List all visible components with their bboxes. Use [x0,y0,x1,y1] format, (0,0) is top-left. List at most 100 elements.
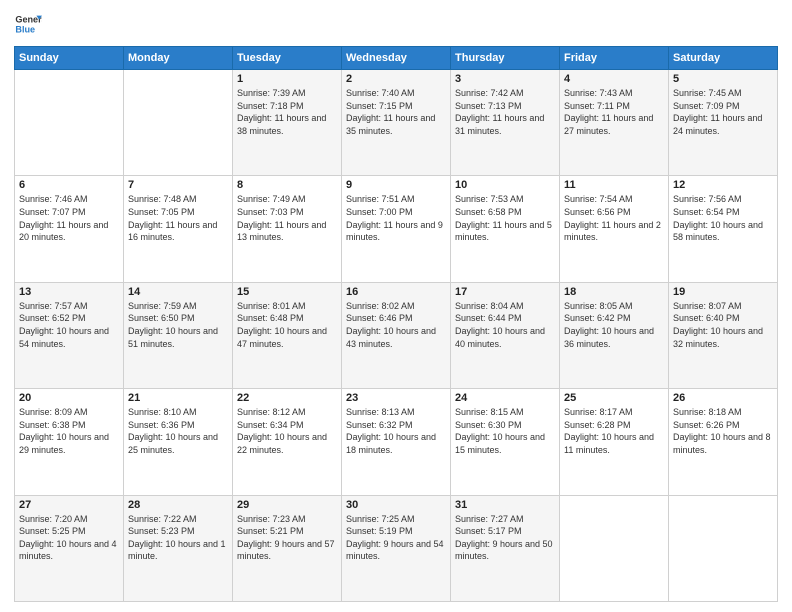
day-detail: Sunrise: 8:01 AM Sunset: 6:48 PM Dayligh… [237,300,337,350]
day-number: 12 [673,179,773,191]
day-detail: Sunrise: 7:23 AM Sunset: 5:21 PM Dayligh… [237,513,337,563]
day-detail: Sunrise: 7:56 AM Sunset: 6:54 PM Dayligh… [673,193,773,243]
day-cell: 25 Sunrise: 8:17 AM Sunset: 6:28 PM Dayli… [560,389,669,495]
svg-text:Blue: Blue [15,24,35,34]
day-detail: Sunrise: 7:27 AM Sunset: 5:17 PM Dayligh… [455,513,555,563]
day-cell: 6Sunrise: 7:46 AM Sunset: 7:07 PM Daylig… [15,176,124,282]
day-cell: 13Sunrise: 7:57 AM Sunset: 6:52 PM Dayli… [15,282,124,388]
day-number: 30 [346,499,446,511]
day-header-tuesday: Tuesday [233,47,342,70]
day-number: 31 [455,499,555,511]
day-number: 22 [237,392,337,404]
day-number: 5 [673,73,773,85]
day-detail: Sunrise: 8:18 AM Sunset: 6:26 PM Dayligh… [673,406,773,456]
day-cell: 14 Sunrise: 7:59 AM Sunset: 6:50 PM Dayli… [124,282,233,388]
week-row-4: 20Sunrise: 8:09 AM Sunset: 6:38 PM Dayli… [15,389,778,495]
day-detail: Sunrise: 7:20 AM Sunset: 5:25 PM Dayligh… [19,513,119,563]
day-number: 11 [564,179,664,191]
day-cell: 8 Sunrise: 7:49 AM Sunset: 7:03 PM Daylig… [233,176,342,282]
day-cell: 2 Sunrise: 7:40 AM Sunset: 7:15 PM Daylig… [342,70,451,176]
day-cell: 29 Sunrise: 7:23 AM Sunset: 5:21 PM Dayli… [233,495,342,601]
day-number: 17 [455,286,555,298]
day-number: 6 [19,179,119,191]
day-cell: 12 Sunrise: 7:56 AM Sunset: 6:54 PM Dayli… [669,176,778,282]
logo: General Blue [14,10,42,38]
day-cell: 15 Sunrise: 8:01 AM Sunset: 6:48 PM Dayli… [233,282,342,388]
day-cell: 9 Sunrise: 7:51 AM Sunset: 7:00 PM Daylig… [342,176,451,282]
day-number: 18 [564,286,664,298]
day-cell [15,70,124,176]
day-number: 7 [128,179,228,191]
day-cell: 22 Sunrise: 8:12 AM Sunset: 6:34 PM Dayli… [233,389,342,495]
day-cell: 5 Sunrise: 7:45 AM Sunset: 7:09 PM Daylig… [669,70,778,176]
day-number: 13 [19,286,119,298]
day-cell: 23 Sunrise: 8:13 AM Sunset: 6:32 PM Dayli… [342,389,451,495]
day-cell: 28Sunrise: 7:22 AM Sunset: 5:23 PM Dayli… [124,495,233,601]
day-cell: 26 Sunrise: 8:18 AM Sunset: 6:26 PM Dayli… [669,389,778,495]
day-number: 26 [673,392,773,404]
day-number: 19 [673,286,773,298]
day-detail: Sunrise: 7:45 AM Sunset: 7:09 PM Dayligh… [673,87,773,137]
day-detail: Sunrise: 7:49 AM Sunset: 7:03 PM Dayligh… [237,193,337,243]
day-number: 8 [237,179,337,191]
day-number: 3 [455,73,555,85]
day-detail: Sunrise: 7:40 AM Sunset: 7:15 PM Dayligh… [346,87,446,137]
calendar-header: SundayMondayTuesdayWednesdayThursdayFrid… [15,47,778,70]
day-cell: 24 Sunrise: 8:15 AM Sunset: 6:30 PM Dayli… [451,389,560,495]
day-detail: Sunrise: 7:51 AM Sunset: 7:00 PM Dayligh… [346,193,446,243]
day-cell [124,70,233,176]
day-number: 21 [128,392,228,404]
day-detail: Sunrise: 8:05 AM Sunset: 6:42 PM Dayligh… [564,300,664,350]
logo-icon: General Blue [14,10,42,38]
day-number: 15 [237,286,337,298]
day-number: 28 [128,499,228,511]
day-detail: Sunrise: 8:02 AM Sunset: 6:46 PM Dayligh… [346,300,446,350]
day-detail: Sunrise: 7:53 AM Sunset: 6:58 PM Dayligh… [455,193,555,243]
day-detail: Sunrise: 7:59 AM Sunset: 6:50 PM Dayligh… [128,300,228,350]
day-detail: Sunrise: 7:39 AM Sunset: 7:18 PM Dayligh… [237,87,337,137]
calendar-table: SundayMondayTuesdayWednesdayThursdayFrid… [14,46,778,602]
day-cell: 11 Sunrise: 7:54 AM Sunset: 6:56 PM Dayli… [560,176,669,282]
day-number: 2 [346,73,446,85]
day-number: 16 [346,286,446,298]
days-header-row: SundayMondayTuesdayWednesdayThursdayFrid… [15,47,778,70]
day-detail: Sunrise: 8:12 AM Sunset: 6:34 PM Dayligh… [237,406,337,456]
day-cell: 4Sunrise: 7:43 AM Sunset: 7:11 PM Daylig… [560,70,669,176]
day-number: 25 [564,392,664,404]
day-header-sunday: Sunday [15,47,124,70]
day-number: 20 [19,392,119,404]
day-cell: 1 Sunrise: 7:39 AM Sunset: 7:18 PM Daylig… [233,70,342,176]
day-number: 29 [237,499,337,511]
day-detail: Sunrise: 7:54 AM Sunset: 6:56 PM Dayligh… [564,193,664,243]
day-cell: 21 Sunrise: 8:10 AM Sunset: 6:36 PM Dayli… [124,389,233,495]
day-cell [669,495,778,601]
week-row-2: 6Sunrise: 7:46 AM Sunset: 7:07 PM Daylig… [15,176,778,282]
day-cell: 17 Sunrise: 8:04 AM Sunset: 6:44 PM Dayli… [451,282,560,388]
day-detail: Sunrise: 7:48 AM Sunset: 7:05 PM Dayligh… [128,193,228,243]
day-header-wednesday: Wednesday [342,47,451,70]
day-detail: Sunrise: 8:07 AM Sunset: 6:40 PM Dayligh… [673,300,773,350]
day-number: 24 [455,392,555,404]
day-cell: 7 Sunrise: 7:48 AM Sunset: 7:05 PM Daylig… [124,176,233,282]
day-number: 27 [19,499,119,511]
day-detail: Sunrise: 8:17 AM Sunset: 6:28 PM Dayligh… [564,406,664,456]
day-detail: Sunrise: 7:25 AM Sunset: 5:19 PM Dayligh… [346,513,446,563]
day-cell: 16 Sunrise: 8:02 AM Sunset: 6:46 PM Dayli… [342,282,451,388]
day-detail: Sunrise: 8:04 AM Sunset: 6:44 PM Dayligh… [455,300,555,350]
day-number: 10 [455,179,555,191]
page: General Blue SundayMondayTuesdayWednesda… [0,0,792,612]
day-detail: Sunrise: 8:10 AM Sunset: 6:36 PM Dayligh… [128,406,228,456]
day-header-monday: Monday [124,47,233,70]
day-number: 4 [564,73,664,85]
day-cell: 10 Sunrise: 7:53 AM Sunset: 6:58 PM Dayli… [451,176,560,282]
day-detail: Sunrise: 8:13 AM Sunset: 6:32 PM Dayligh… [346,406,446,456]
day-number: 9 [346,179,446,191]
day-detail: Sunrise: 8:15 AM Sunset: 6:30 PM Dayligh… [455,406,555,456]
day-number: 23 [346,392,446,404]
week-row-5: 27 Sunrise: 7:20 AM Sunset: 5:25 PM Dayli… [15,495,778,601]
day-header-friday: Friday [560,47,669,70]
day-number: 14 [128,286,228,298]
week-row-3: 13Sunrise: 7:57 AM Sunset: 6:52 PM Dayli… [15,282,778,388]
day-cell: 31 Sunrise: 7:27 AM Sunset: 5:17 PM Dayli… [451,495,560,601]
day-number: 1 [237,73,337,85]
